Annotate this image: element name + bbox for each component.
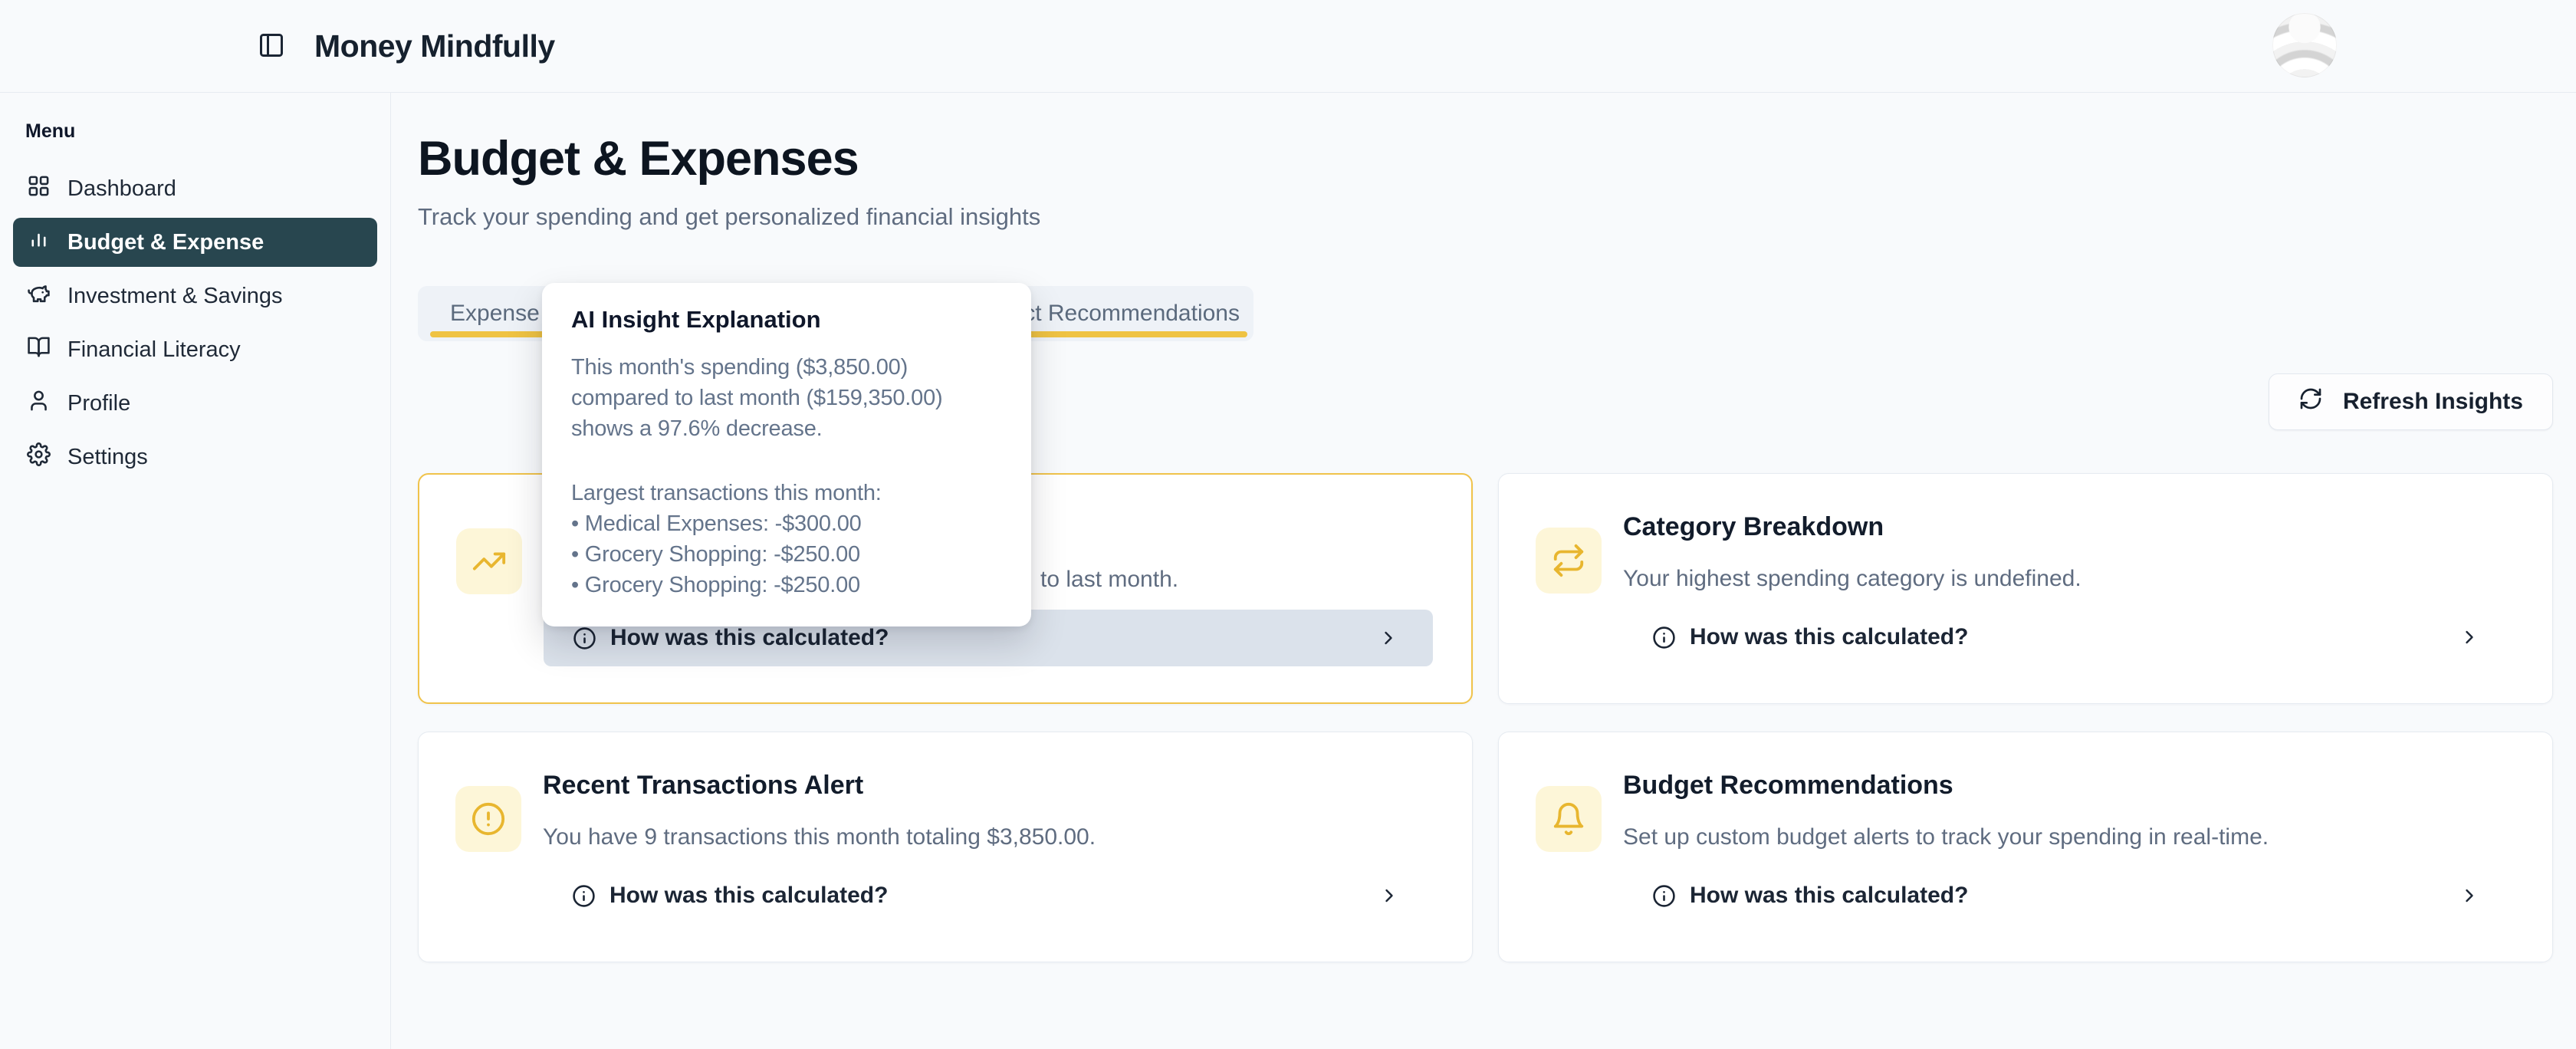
how-calculated-label: How was this calculated?: [1690, 624, 1968, 650]
trending-up-icon: [456, 528, 522, 594]
top-header: Money Mindfully: [0, 0, 2576, 93]
how-calculated-button[interactable]: How was this calculated?: [1623, 609, 2514, 666]
main-content: Budget & Expenses Track your spending an…: [391, 93, 2576, 1049]
how-calculated-button[interactable]: How was this calculated?: [543, 867, 1434, 924]
how-calculated-button[interactable]: How was this calculated?: [1623, 867, 2514, 924]
bell-icon: [1536, 786, 1602, 852]
chevron-right-icon: [2459, 626, 2480, 648]
open-book-icon: [27, 335, 51, 365]
dashboard-grid-icon: [27, 174, 51, 204]
sidebar-item-investment-savings[interactable]: Investment & Savings: [13, 271, 377, 321]
gear-icon: [27, 442, 51, 472]
card-description: You have 9 transactions this month total…: [543, 824, 1096, 850]
tooltip-bullet: • Grocery Shopping: -$250.00: [571, 539, 1002, 570]
insight-card-budget-recommendations: Budget Recommendations Set up custom bud…: [1498, 732, 2553, 962]
how-calculated-label: How was this calculated?: [610, 625, 889, 651]
card-description: Set up custom budget alerts to track you…: [1623, 824, 2269, 850]
info-icon: [1652, 884, 1676, 908]
sidebar-section-label: Menu: [25, 120, 377, 143]
avatar[interactable]: [2272, 13, 2337, 77]
refresh-insights-label: Refresh Insights: [2343, 389, 2523, 415]
tooltip-transactions-list: Largest transactions this month: • Medic…: [571, 478, 1002, 600]
card-title: Category Breakdown: [1623, 512, 1884, 542]
ai-insight-tooltip: AI Insight Explanation This month's spen…: [542, 283, 1031, 626]
tooltip-bullet: • Grocery Shopping: -$250.00: [571, 570, 1002, 600]
sidebar: Menu Dashboard Budget & Expense Investme…: [0, 93, 391, 1049]
info-icon: [1652, 626, 1676, 649]
sidebar-item-label: Settings: [67, 445, 148, 470]
repeat-icon: [1536, 528, 1602, 594]
how-calculated-label: How was this calculated?: [1690, 883, 1968, 909]
tooltip-list-intro: Largest transactions this month:: [571, 478, 1002, 508]
sidebar-item-label: Profile: [67, 391, 130, 416]
insight-card-recent-transactions: Recent Transactions Alert You have 9 tra…: [418, 732, 1473, 962]
tooltip-bullet: • Medical Expenses: -$300.00: [571, 508, 1002, 539]
sidebar-item-label: Financial Literacy: [67, 337, 241, 363]
sidebar-item-financial-literacy[interactable]: Financial Literacy: [13, 325, 377, 374]
app-root: Money Mindfully Menu Dashboard Budget & …: [0, 0, 2576, 1049]
sidebar-toggle-button[interactable]: [253, 28, 290, 64]
bar-chart-icon: [27, 228, 51, 258]
sidebar-item-profile[interactable]: Profile: [13, 379, 377, 428]
app-shell: Menu Dashboard Budget & Expense Investme…: [0, 93, 2576, 1049]
info-icon: [572, 884, 596, 908]
sidebar-item-budget-expense[interactable]: Budget & Expense: [13, 218, 377, 267]
sidebar-item-label: Budget & Expense: [67, 230, 264, 255]
chevron-right-icon: [1378, 627, 1399, 649]
sidebar-item-dashboard[interactable]: Dashboard: [13, 164, 377, 213]
card-description-fragment: to last month.: [1040, 567, 1178, 593]
tooltip-paragraph: This month's spending ($3,850.00) compar…: [571, 352, 1004, 444]
sidebar-item-label: Investment & Savings: [67, 284, 282, 309]
user-icon: [27, 389, 51, 419]
how-calculated-label: How was this calculated?: [610, 883, 888, 909]
page-title: Budget & Expenses: [418, 131, 2553, 186]
page-subtitle: Track your spending and get personalized…: [418, 203, 2553, 231]
alert-circle-icon: [455, 786, 521, 852]
card-description: Your highest spending category is undefi…: [1623, 566, 2082, 592]
piggy-bank-icon: [27, 281, 51, 311]
chevron-right-icon: [2459, 885, 2480, 906]
refresh-insights-button[interactable]: Refresh Insights: [2269, 373, 2553, 430]
card-title: Recent Transactions Alert: [543, 771, 863, 801]
card-title: Budget Recommendations: [1623, 771, 1953, 801]
insight-card-category-breakdown: Category Breakdown Your highest spending…: [1498, 473, 2553, 704]
sidebar-item-settings[interactable]: Settings: [13, 432, 377, 482]
app-title: Money Mindfully: [314, 28, 555, 64]
sidebar-item-label: Dashboard: [67, 176, 176, 202]
info-icon: [573, 626, 596, 650]
chevron-right-icon: [1378, 885, 1400, 906]
refresh-icon: [2298, 386, 2323, 417]
panel-left-icon: [258, 31, 285, 61]
tooltip-title: AI Insight Explanation: [571, 306, 1002, 334]
